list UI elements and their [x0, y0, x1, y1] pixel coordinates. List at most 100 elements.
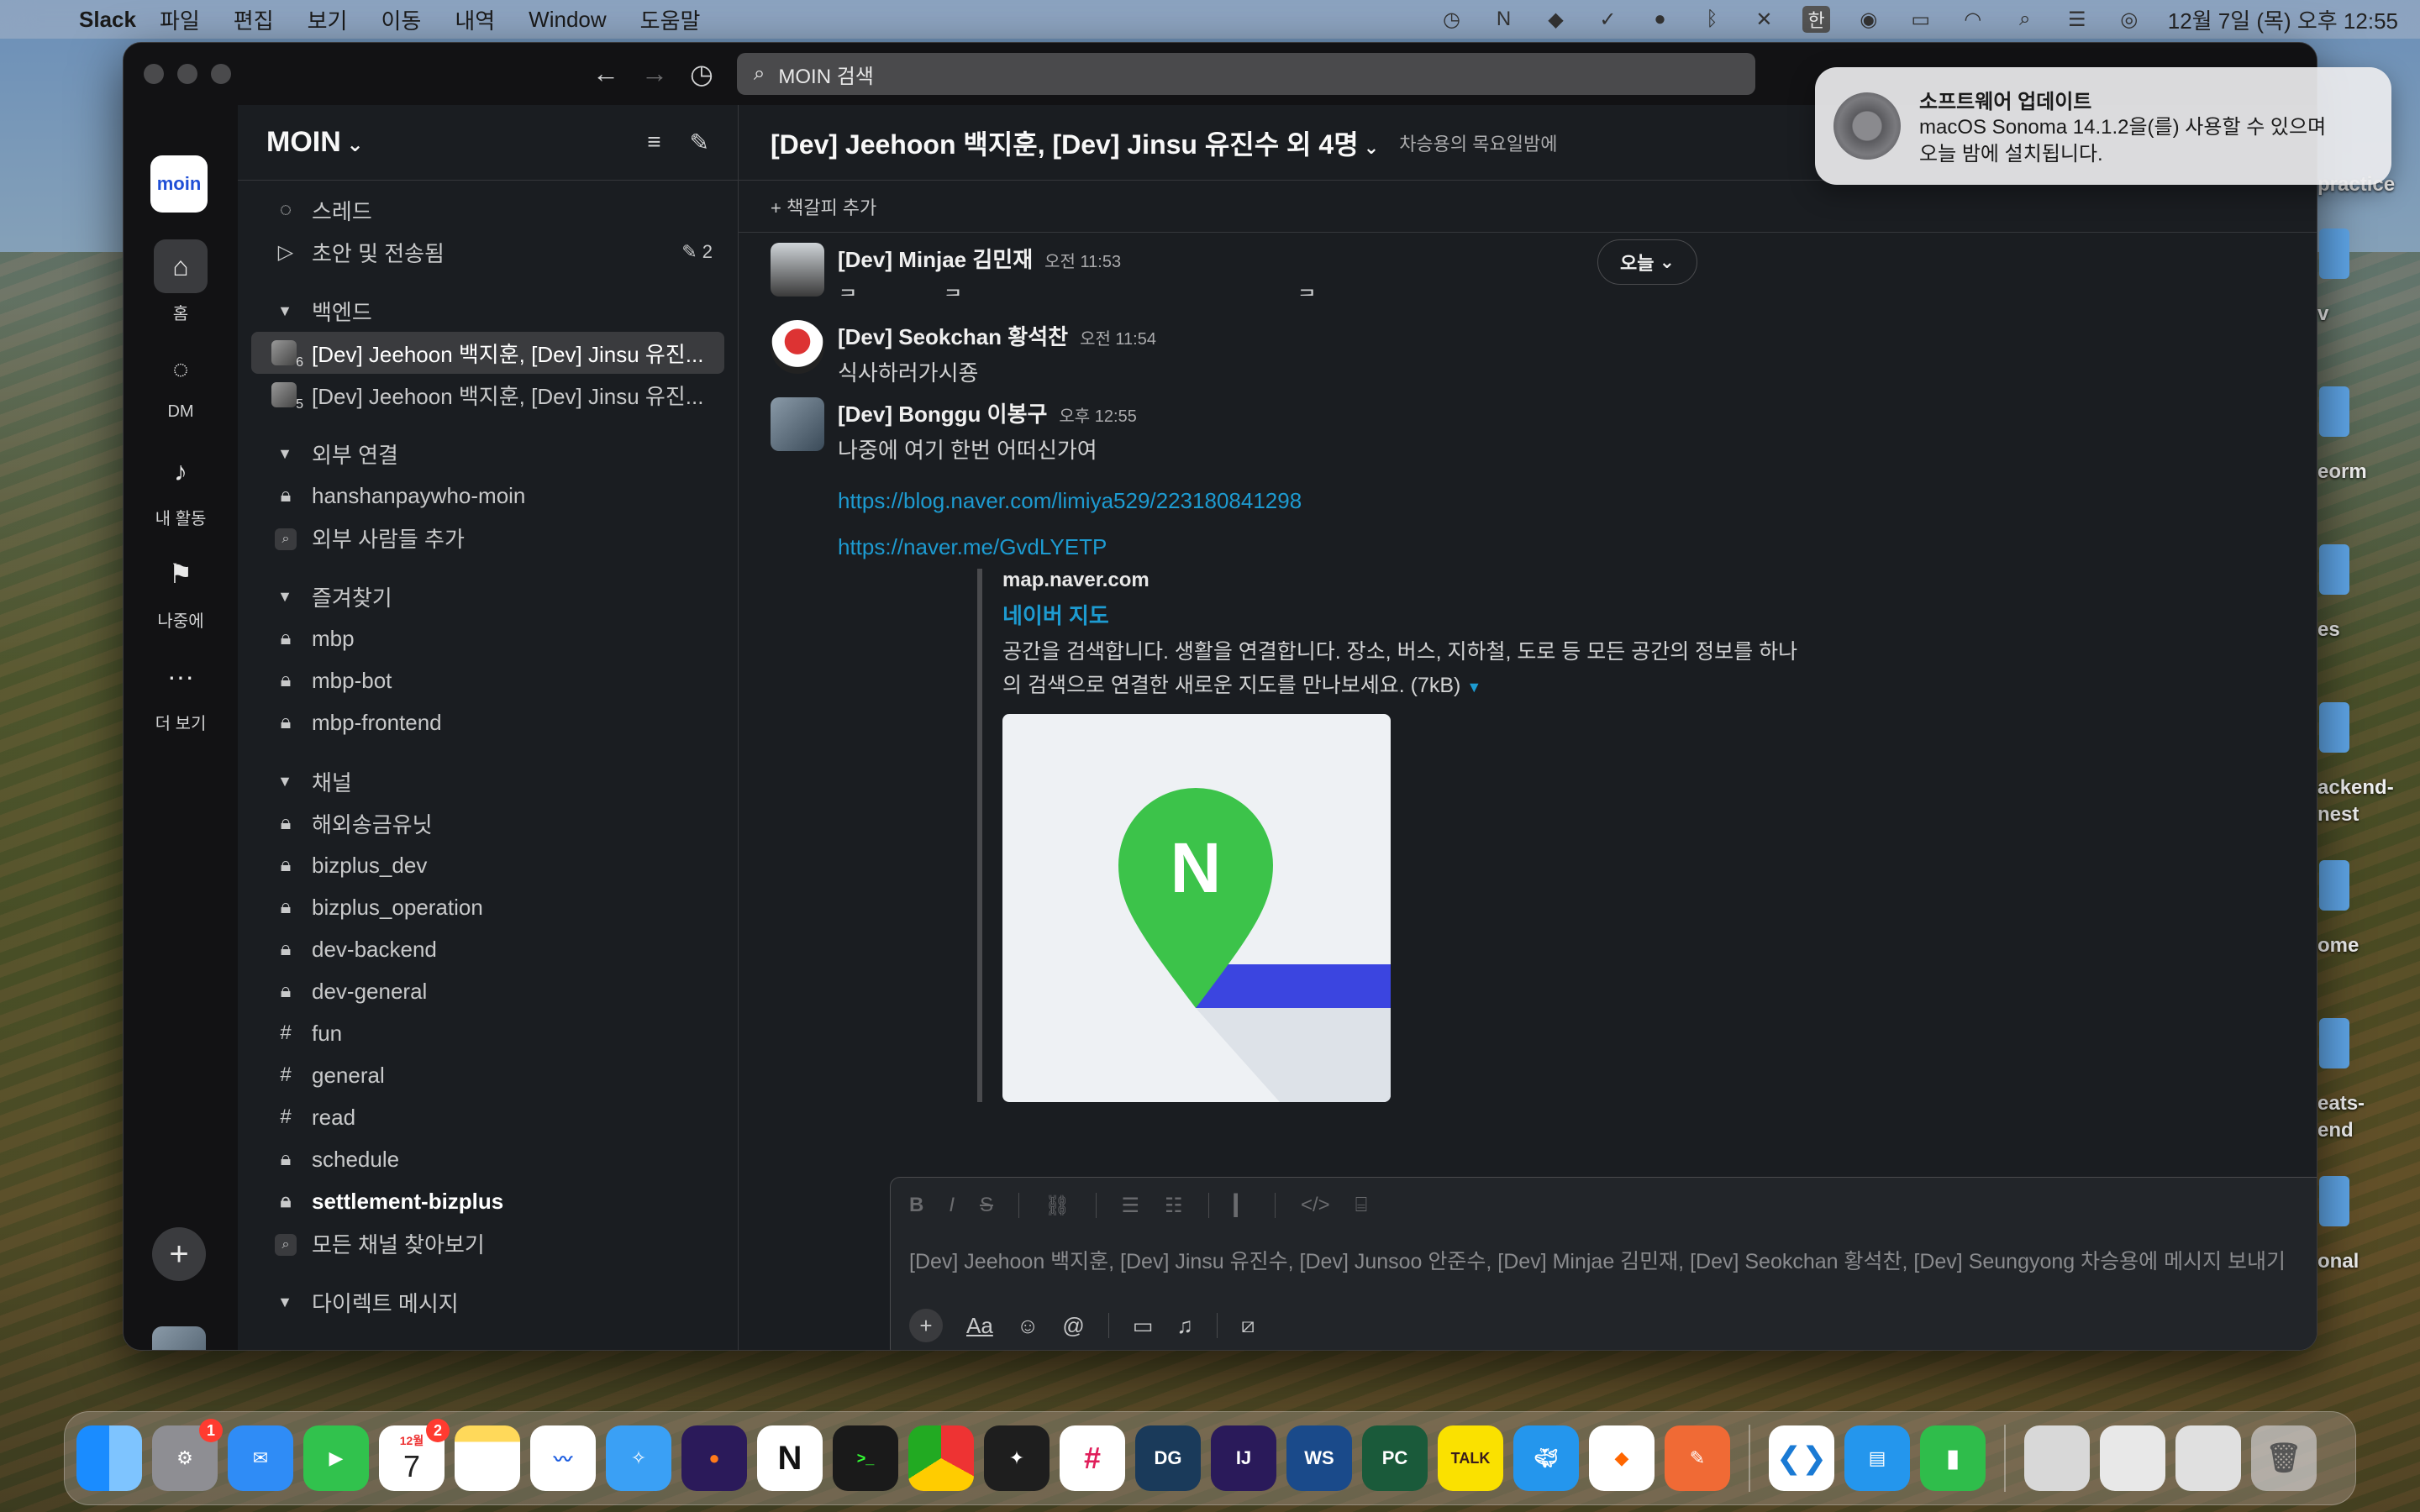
record-icon[interactable]: ●	[1646, 8, 1673, 31]
avatar[interactable]	[771, 243, 824, 297]
figma-icon[interactable]: ✦	[984, 1425, 1050, 1491]
sidebar-item-channel[interactable]: # general	[238, 1054, 738, 1096]
italic-icon[interactable]: I	[949, 1194, 955, 1217]
link-preview-title[interactable]: 네이버 지도	[1002, 599, 1851, 630]
sidebar-item-channel[interactable]: 🔒︎ schedule	[238, 1138, 738, 1180]
message-time[interactable]: 오전 11:54	[1080, 330, 1156, 349]
numbers-icon[interactable]: ▮	[1920, 1425, 1986, 1491]
search-input[interactable]: ⌕ MOIN 검색	[736, 53, 1755, 95]
trash-icon[interactable]: 🗑︎	[2251, 1425, 2317, 1491]
sidebar-item-channel[interactable]: 🔒︎ mbp-bot	[238, 659, 738, 701]
section-header-external[interactable]: ▼ 외부 연결	[238, 433, 738, 475]
sidebar-item-channel-unread[interactable]: 🔒︎ settlement-bizplus	[238, 1180, 738, 1222]
rail-item-later[interactable]: ⚑ 나중에	[124, 547, 238, 632]
sidebar-item-channel[interactable]: 🔒︎ mbp-frontend	[238, 701, 738, 743]
rail-item-more[interactable]: ··· 더 보기	[124, 649, 238, 734]
message-author[interactable]: [Dev] Minjae 김민재	[838, 247, 1033, 272]
minimize-button[interactable]	[177, 64, 197, 84]
message-time[interactable]: 오후 12:55	[1059, 407, 1136, 426]
rail-item-activity[interactable]: ♪ 내 활동	[124, 444, 238, 529]
docker-desktop-icon[interactable]: ▤	[1844, 1425, 1910, 1491]
section-header-channels[interactable]: ▼ 채널	[238, 760, 738, 802]
elephant-icon[interactable]: ◆	[1542, 8, 1569, 31]
menu-go[interactable]: 이동	[381, 4, 421, 35]
terminal-icon[interactable]: >_	[833, 1425, 898, 1491]
sidebar-item-channel[interactable]: 🔒︎ mbp	[238, 617, 738, 659]
menu-edit[interactable]: 편집	[234, 4, 274, 35]
chrome-icon[interactable]	[908, 1425, 974, 1491]
kakaotalk-icon[interactable]: TALK	[1438, 1425, 1503, 1491]
pycharm-icon[interactable]: PC	[1362, 1425, 1428, 1491]
strikethrough-icon[interactable]: S	[980, 1194, 993, 1217]
folder-icon[interactable]	[2319, 386, 2349, 437]
vscode-icon[interactable]: ❮❯	[1769, 1425, 1834, 1491]
facetime-icon[interactable]: ▶	[303, 1425, 369, 1491]
bold-icon[interactable]: B	[909, 1194, 923, 1217]
user-icon[interactable]: ◉	[1855, 8, 1882, 31]
timemachine-icon[interactable]: ◷	[1438, 8, 1465, 31]
message-author[interactable]: [Dev] Bonggu 이봉구	[838, 402, 1047, 427]
folder-icon[interactable]	[2319, 228, 2349, 279]
channel-title[interactable]: [Dev] Jeehoon 백지훈, [Dev] Jinsu 유진수 외 4명	[771, 123, 1379, 162]
datagrip-icon[interactable]: DG	[1135, 1425, 1201, 1491]
menu-view[interactable]: 보기	[308, 4, 348, 35]
freeform-icon[interactable]: 〰	[530, 1425, 596, 1491]
sidebar-item-group-dm[interactable]: 5 [Dev] Jeehoon 백지훈, [Dev] Jinsu 유진...	[238, 374, 738, 416]
folder-icon[interactable]	[2319, 702, 2349, 753]
sidebar-item-channel[interactable]: 🔒︎ 해외송금유닛	[238, 802, 738, 844]
postman-icon[interactable]: ✎	[1665, 1425, 1730, 1491]
sidebar-item-channel[interactable]: # read	[238, 1096, 738, 1138]
close-button[interactable]	[144, 64, 164, 84]
message-link[interactable]: https://blog.naver.com/limiya529/2231808…	[838, 488, 1302, 513]
mute-icon[interactable]: ✕	[1750, 8, 1777, 31]
message-author[interactable]: [Dev] Seokchan 황석찬	[838, 324, 1068, 349]
channel-topic[interactable]: 차승용의 목요일밤에	[1399, 129, 1557, 156]
blockquote-icon[interactable]: ▎	[1234, 1194, 1249, 1218]
section-header-favorites[interactable]: ▼ 즐겨찾기	[238, 575, 738, 617]
slack-icon[interactable]: #	[1060, 1425, 1125, 1491]
date-divider-button[interactable]: 오늘 ⌄	[1597, 239, 1698, 285]
rail-item-dm[interactable]: ◌ DM	[124, 342, 238, 422]
mention-icon[interactable]: @	[1062, 1313, 1084, 1339]
filter-icon[interactable]: ≡	[647, 129, 660, 156]
recent-window-thumbnail[interactable]	[2175, 1425, 2241, 1491]
intellij-icon[interactable]: IJ	[1211, 1425, 1276, 1491]
text-format-button[interactable]: Aa	[966, 1313, 993, 1339]
code-block-icon[interactable]: ⌸	[1355, 1194, 1367, 1217]
compose-icon[interactable]: ✎	[690, 129, 709, 156]
sidebar-item-channel[interactable]: 🔒︎ hanshanpaywho-moin	[238, 475, 738, 517]
code-icon[interactable]: </>	[1301, 1194, 1330, 1217]
sidebar-item-threads[interactable]: ◌ 스레드	[238, 189, 738, 231]
forward-arrow-icon[interactable]: →	[641, 58, 668, 90]
slash-command-icon[interactable]: ⧄	[1241, 1312, 1255, 1339]
message-input[interactable]: [Dev] Jeehoon 백지훈, [Dev] Jinsu 유진수, [Dev…	[891, 1233, 2317, 1287]
expand-caret-icon[interactable]: ▼	[1466, 679, 1481, 696]
notion-icon[interactable]: N	[1490, 8, 1517, 31]
microphone-icon[interactable]: ♫	[1176, 1313, 1193, 1339]
add-bookmark-button[interactable]: + 책갈피 추가	[771, 193, 876, 220]
recent-window-thumbnail[interactable]	[2100, 1425, 2165, 1491]
sidebar-item-drafts[interactable]: ▷ 초안 및 전송됨 ✎ 2	[238, 231, 738, 273]
sidebar-item-channel[interactable]: 🔒︎ bizplus_operation	[238, 886, 738, 928]
section-header-backend[interactable]: ▼ 백엔드	[238, 290, 738, 332]
avatar[interactable]	[152, 1326, 206, 1350]
avatar[interactable]	[771, 397, 824, 451]
sidebar-item-channel[interactable]: 🔒︎ bizplus_dev	[238, 844, 738, 886]
menu-help[interactable]: 도움말	[640, 4, 701, 35]
ordered-list-icon[interactable]: ☰	[1122, 1194, 1140, 1218]
input-method-indicator[interactable]: 한	[1802, 6, 1830, 33]
menu-window[interactable]: Window	[529, 7, 606, 33]
sidebar-item-channel[interactable]: # fun	[238, 1012, 738, 1054]
message-link[interactable]: https://naver.me/GvdLYETP	[838, 534, 1107, 559]
rail-item-home[interactable]: ⌂ 홈	[124, 239, 238, 324]
folder-icon[interactable]	[2319, 860, 2349, 911]
folder-icon[interactable]	[2319, 544, 2349, 595]
software-update-notification[interactable]: 소프트웨어 업데이트 macOS Sonoma 14.1.2을(를) 사용할 수…	[1815, 67, 2391, 185]
zoom-button[interactable]	[211, 64, 231, 84]
naver-map-thumbnail[interactable]: N	[1002, 714, 1391, 1102]
menu-history[interactable]: 내역	[455, 4, 495, 35]
emoji-icon[interactable]: ☺	[1017, 1313, 1039, 1339]
sidebar-item-group-dm[interactable]: 6 [Dev] Jeehoon 백지훈, [Dev] Jinsu 유진...	[251, 332, 724, 374]
siri-icon[interactable]: ◎	[2116, 8, 2143, 31]
bulleted-list-icon[interactable]: ☷	[1165, 1194, 1183, 1218]
